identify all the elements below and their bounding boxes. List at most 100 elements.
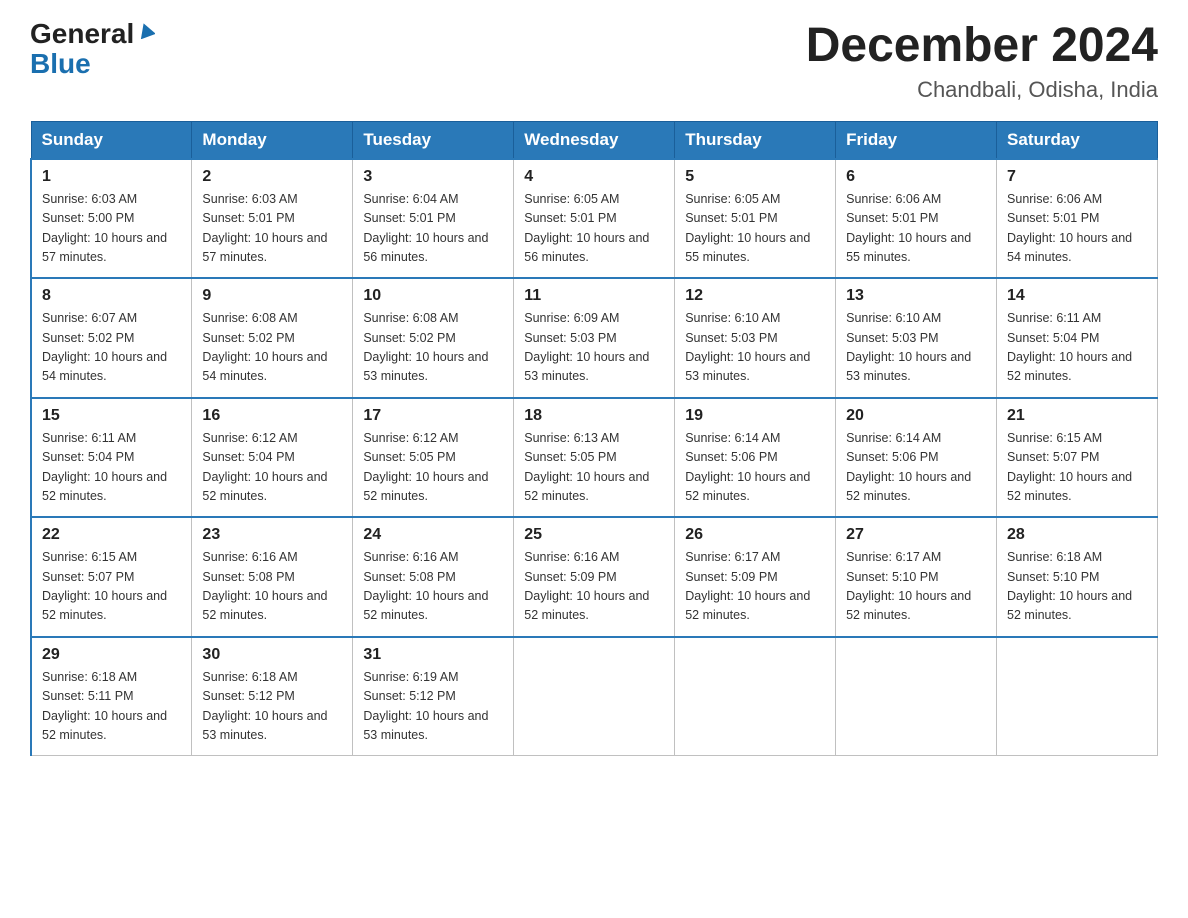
day-number: 7: [1007, 168, 1147, 186]
calendar-cell: [836, 637, 997, 756]
day-number: 13: [846, 287, 986, 305]
calendar-cell: 14 Sunrise: 6:11 AMSunset: 5:04 PMDayligh…: [997, 278, 1158, 398]
day-detail: Sunrise: 6:05 AMSunset: 5:01 PMDaylight:…: [685, 190, 825, 268]
day-number: 23: [202, 526, 342, 544]
day-number: 26: [685, 526, 825, 544]
column-header-monday: Monday: [192, 121, 353, 159]
calendar-cell: 8 Sunrise: 6:07 AMSunset: 5:02 PMDaylight…: [31, 278, 192, 398]
day-detail: Sunrise: 6:12 AMSunset: 5:04 PMDaylight:…: [202, 429, 342, 507]
day-detail: Sunrise: 6:12 AMSunset: 5:05 PMDaylight:…: [363, 429, 503, 507]
page-header: General Blue December 2024 Chandbali, Od…: [30, 20, 1158, 103]
day-detail: Sunrise: 6:17 AMSunset: 5:09 PMDaylight:…: [685, 548, 825, 626]
week-row-1: 1 Sunrise: 6:03 AMSunset: 5:00 PMDaylight…: [31, 159, 1158, 279]
day-number: 3: [363, 168, 503, 186]
day-detail: Sunrise: 6:08 AMSunset: 5:02 PMDaylight:…: [363, 309, 503, 387]
day-detail: Sunrise: 6:04 AMSunset: 5:01 PMDaylight:…: [363, 190, 503, 268]
day-number: 22: [42, 526, 181, 544]
day-number: 1: [42, 168, 181, 186]
day-number: 21: [1007, 407, 1147, 425]
week-row-2: 8 Sunrise: 6:07 AMSunset: 5:02 PMDaylight…: [31, 278, 1158, 398]
calendar-cell: 25Sunrise: 6:16 AMSunset: 5:09 PMDayligh…: [514, 517, 675, 637]
day-detail: Sunrise: 6:07 AMSunset: 5:02 PMDaylight:…: [42, 309, 181, 387]
day-detail: Sunrise: 6:05 AMSunset: 5:01 PMDaylight:…: [524, 190, 664, 268]
day-detail: Sunrise: 6:09 AMSunset: 5:03 PMDaylight:…: [524, 309, 664, 387]
day-number: 31: [363, 646, 503, 664]
day-number: 19: [685, 407, 825, 425]
day-detail: Sunrise: 6:03 AMSunset: 5:01 PMDaylight:…: [202, 190, 342, 268]
day-detail: Sunrise: 6:10 AMSunset: 5:03 PMDaylight:…: [846, 309, 986, 387]
day-detail: Sunrise: 6:11 AMSunset: 5:04 PMDaylight:…: [42, 429, 181, 507]
calendar-cell: 31 Sunrise: 6:19 AMSunset: 5:12 PMDayligh…: [353, 637, 514, 756]
day-detail: Sunrise: 6:15 AMSunset: 5:07 PMDaylight:…: [42, 548, 181, 626]
calendar-subtitle: Chandbali, Odisha, India: [806, 77, 1158, 103]
week-row-4: 22 Sunrise: 6:15 AMSunset: 5:07 PMDayligh…: [31, 517, 1158, 637]
calendar-cell: 22 Sunrise: 6:15 AMSunset: 5:07 PMDayligh…: [31, 517, 192, 637]
day-number: 20: [846, 407, 986, 425]
calendar-cell: 7 Sunrise: 6:06 AMSunset: 5:01 PMDaylight…: [997, 159, 1158, 279]
calendar-cell: 26 Sunrise: 6:17 AMSunset: 5:09 PMDayligh…: [675, 517, 836, 637]
calendar-cell: 1 Sunrise: 6:03 AMSunset: 5:00 PMDaylight…: [31, 159, 192, 279]
day-detail: Sunrise: 6:16 AMSunset: 5:08 PMDaylight:…: [202, 548, 342, 626]
calendar-cell: 6 Sunrise: 6:06 AMSunset: 5:01 PMDaylight…: [836, 159, 997, 279]
week-row-5: 29 Sunrise: 6:18 AMSunset: 5:11 PMDayligh…: [31, 637, 1158, 756]
calendar-cell: 9 Sunrise: 6:08 AMSunset: 5:02 PMDaylight…: [192, 278, 353, 398]
calendar-cell: 28Sunrise: 6:18 AMSunset: 5:10 PMDayligh…: [997, 517, 1158, 637]
day-number: 6: [846, 168, 986, 186]
logo: General Blue: [30, 20, 155, 80]
day-detail: Sunrise: 6:06 AMSunset: 5:01 PMDaylight:…: [1007, 190, 1147, 268]
day-detail: Sunrise: 6:11 AMSunset: 5:04 PMDaylight:…: [1007, 309, 1147, 387]
day-detail: Sunrise: 6:16 AMSunset: 5:08 PMDaylight:…: [363, 548, 503, 626]
day-detail: Sunrise: 6:16 AMSunset: 5:09 PMDaylight:…: [524, 548, 664, 626]
column-header-thursday: Thursday: [675, 121, 836, 159]
day-detail: Sunrise: 6:17 AMSunset: 5:10 PMDaylight:…: [846, 548, 986, 626]
calendar-cell: 18Sunrise: 6:13 AMSunset: 5:05 PMDayligh…: [514, 398, 675, 518]
day-number: 2: [202, 168, 342, 186]
calendar-title: December 2024: [806, 20, 1158, 73]
day-number: 12: [685, 287, 825, 305]
calendar-cell: [997, 637, 1158, 756]
calendar-cell: 3 Sunrise: 6:04 AMSunset: 5:01 PMDaylight…: [353, 159, 514, 279]
title-block: December 2024 Chandbali, Odisha, India: [806, 20, 1158, 103]
calendar-cell: 29 Sunrise: 6:18 AMSunset: 5:11 PMDayligh…: [31, 637, 192, 756]
calendar-cell: 4 Sunrise: 6:05 AMSunset: 5:01 PMDaylight…: [514, 159, 675, 279]
day-number: 24: [363, 526, 503, 544]
day-number: 29: [42, 646, 181, 664]
day-detail: Sunrise: 6:19 AMSunset: 5:12 PMDaylight:…: [363, 668, 503, 746]
calendar-cell: 21Sunrise: 6:15 AMSunset: 5:07 PMDayligh…: [997, 398, 1158, 518]
day-detail: Sunrise: 6:03 AMSunset: 5:00 PMDaylight:…: [42, 190, 181, 268]
column-header-saturday: Saturday: [997, 121, 1158, 159]
day-number: 9: [202, 287, 342, 305]
day-detail: Sunrise: 6:06 AMSunset: 5:01 PMDaylight:…: [846, 190, 986, 268]
calendar-cell: 23 Sunrise: 6:16 AMSunset: 5:08 PMDayligh…: [192, 517, 353, 637]
day-number: 11: [524, 287, 664, 305]
calendar-table: SundayMondayTuesdayWednesdayThursdayFrid…: [30, 121, 1158, 757]
day-detail: Sunrise: 6:14 AMSunset: 5:06 PMDaylight:…: [685, 429, 825, 507]
calendar-cell: 27 Sunrise: 6:17 AMSunset: 5:10 PMDayligh…: [836, 517, 997, 637]
day-number: 4: [524, 168, 664, 186]
day-detail: Sunrise: 6:10 AMSunset: 5:03 PMDaylight:…: [685, 309, 825, 387]
day-number: 28: [1007, 526, 1147, 544]
calendar-cell: 19 Sunrise: 6:14 AMSunset: 5:06 PMDayligh…: [675, 398, 836, 518]
calendar-cell: 17 Sunrise: 6:12 AMSunset: 5:05 PMDayligh…: [353, 398, 514, 518]
day-number: 17: [363, 407, 503, 425]
column-header-sunday: Sunday: [31, 121, 192, 159]
calendar-cell: 16 Sunrise: 6:12 AMSunset: 5:04 PMDayligh…: [192, 398, 353, 518]
day-number: 10: [363, 287, 503, 305]
day-number: 30: [202, 646, 342, 664]
day-number: 5: [685, 168, 825, 186]
day-number: 14: [1007, 287, 1147, 305]
calendar-cell: 11 Sunrise: 6:09 AMSunset: 5:03 PMDayligh…: [514, 278, 675, 398]
day-detail: Sunrise: 6:18 AMSunset: 5:12 PMDaylight:…: [202, 668, 342, 746]
calendar-cell: 13 Sunrise: 6:10 AMSunset: 5:03 PMDayligh…: [836, 278, 997, 398]
day-number: 18: [524, 407, 664, 425]
calendar-cell: [514, 637, 675, 756]
logo-blue-text: Blue: [30, 48, 91, 79]
header-row: SundayMondayTuesdayWednesdayThursdayFrid…: [31, 121, 1158, 159]
day-number: 16: [202, 407, 342, 425]
day-number: 27: [846, 526, 986, 544]
day-detail: Sunrise: 6:18 AMSunset: 5:11 PMDaylight:…: [42, 668, 181, 746]
logo-triangle-icon: [137, 21, 155, 43]
day-detail: Sunrise: 6:08 AMSunset: 5:02 PMDaylight:…: [202, 309, 342, 387]
day-number: 15: [42, 407, 181, 425]
day-number: 8: [42, 287, 181, 305]
